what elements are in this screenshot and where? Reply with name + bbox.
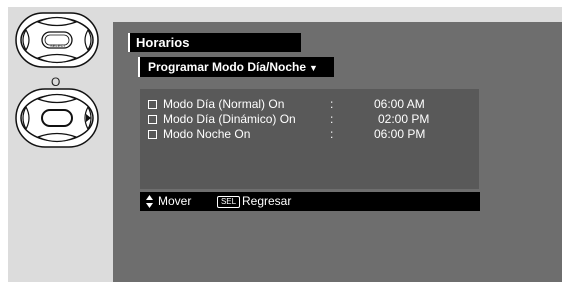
schedule-label: Modo Noche On <box>163 127 251 141</box>
schedule-time: 06:00 AM <box>374 97 425 111</box>
select-button-highlight[interactable] <box>41 109 73 127</box>
dropdown-label: Programar Modo Día/Noche <box>148 60 307 74</box>
select-button-label: SELECT <box>50 43 67 48</box>
manual-figure-frame: O SELECT Horarios Programar Modo Día/Noc… <box>8 7 562 282</box>
remote-control-graphic <box>15 12 99 148</box>
checkbox-icon[interactable] <box>148 100 157 109</box>
checkbox-icon[interactable] <box>148 130 157 139</box>
right-arrow-button[interactable] <box>84 28 92 52</box>
chevron-down-icon: ▼ <box>309 63 318 73</box>
move-hint-label: Mover <box>158 194 192 208</box>
schedule-row-day-dynamic[interactable]: Modo Día (Dinámico) On : 02:00 PM <box>148 112 468 127</box>
menu-title: Horarios <box>128 33 301 52</box>
back-hint-label: Regresar <box>242 194 292 208</box>
schedule-row-night[interactable]: Modo Noche On : 06:00 PM <box>148 127 468 142</box>
schedule-label: Modo Día (Normal) On <box>163 97 285 111</box>
schedule-list: Modo Día (Normal) On : 06:00 AM Modo Día… <box>140 89 479 189</box>
remote-bottom-cluster <box>15 88 99 148</box>
day-night-mode-dropdown[interactable]: Programar Modo Día/Noche ▼ <box>138 57 334 77</box>
separator-colon: : <box>330 112 334 126</box>
schedule-label: Modo Día (Dinámico) On <box>163 112 296 126</box>
schedule-time: 02:00 PM <box>378 112 430 126</box>
left-arrow-button[interactable] <box>22 28 30 52</box>
sel-button-icon: SEL <box>217 196 240 208</box>
schedule-time: 06:00 PM <box>374 127 426 141</box>
tv-screen: Horarios Programar Modo Día/Noche ▼ Modo … <box>113 22 562 282</box>
remote-control-panel: O SELECT <box>8 7 107 282</box>
left-arrow-button[interactable] <box>22 105 30 131</box>
or-separator: O <box>51 75 61 89</box>
separator-colon: : <box>330 97 334 111</box>
separator-colon: : <box>330 127 334 141</box>
up-down-arrow-icon <box>146 195 153 208</box>
remote-top-cluster <box>15 12 99 68</box>
schedule-row-day-normal[interactable]: Modo Día (Normal) On : 06:00 AM <box>148 97 468 112</box>
checkbox-icon[interactable] <box>148 115 157 124</box>
navigation-hint-bar: Mover SEL Regresar <box>140 192 480 211</box>
